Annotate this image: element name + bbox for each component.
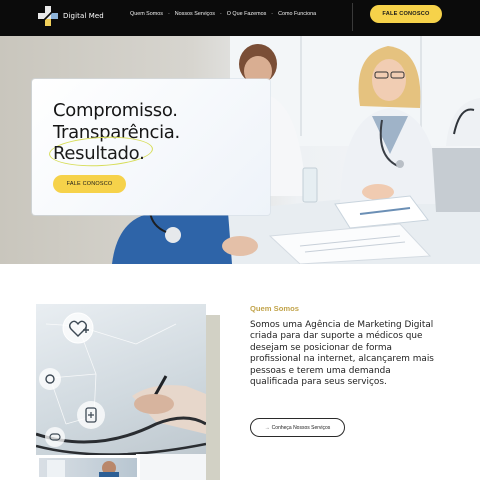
hero-contact-button[interactable]: FALE CONOSCO [53, 175, 126, 193]
services-button[interactable]: → Conheça Nossos Serviços [250, 418, 345, 437]
nav-link-como-funciona[interactable]: Como Funciona [278, 11, 316, 17]
pill-icon [45, 427, 65, 447]
hero-headline-line-3: Resultado. [53, 143, 145, 164]
hero-headline-line-1: Compromisso. [53, 100, 178, 121]
services-button-label: Conheça Nossos Serviços [271, 424, 331, 431]
about-paragraph: Somos uma Agência de Marketing Digital c… [250, 320, 434, 388]
heart-plus-icon [62, 312, 94, 344]
nav-link-o-que-fazemos[interactable]: O Que Fazemos [227, 11, 267, 17]
main-nav: Quem Somos - Nossos Serviços - O Que Faz… [130, 11, 316, 17]
hero-section: Compromisso. Transparência. Resultado. F… [0, 36, 480, 264]
brand-logo[interactable]: Digital Med [37, 5, 104, 27]
stethoscope-icon [39, 368, 61, 390]
brand-name: Digital Med [63, 12, 104, 20]
arrow-right-icon: → [264, 424, 270, 431]
image-accent-frame [206, 315, 220, 480]
section-eyebrow: Quem Somos [250, 304, 299, 313]
nav-link-nossos-servicos[interactable]: Nossos Serviços [175, 11, 215, 17]
nav-separator: - [271, 11, 274, 17]
top-navigation-bar: Digital Med Quem Somos - Nossos Serviços… [0, 0, 480, 36]
nav-separator: - [219, 11, 222, 17]
medical-record-icon [77, 401, 105, 429]
logo-cross-icon [37, 5, 59, 27]
about-image [36, 304, 206, 480]
nav-link-quem-somos[interactable]: Quem Somos [130, 11, 163, 17]
nav-divider [352, 3, 353, 31]
nav-separator: - [167, 11, 170, 17]
header-contact-button[interactable]: FALE CONOSCO [370, 5, 442, 23]
hero-headline-card: Compromisso. Transparência. Resultado. F… [32, 79, 270, 215]
secondary-image [36, 455, 140, 480]
